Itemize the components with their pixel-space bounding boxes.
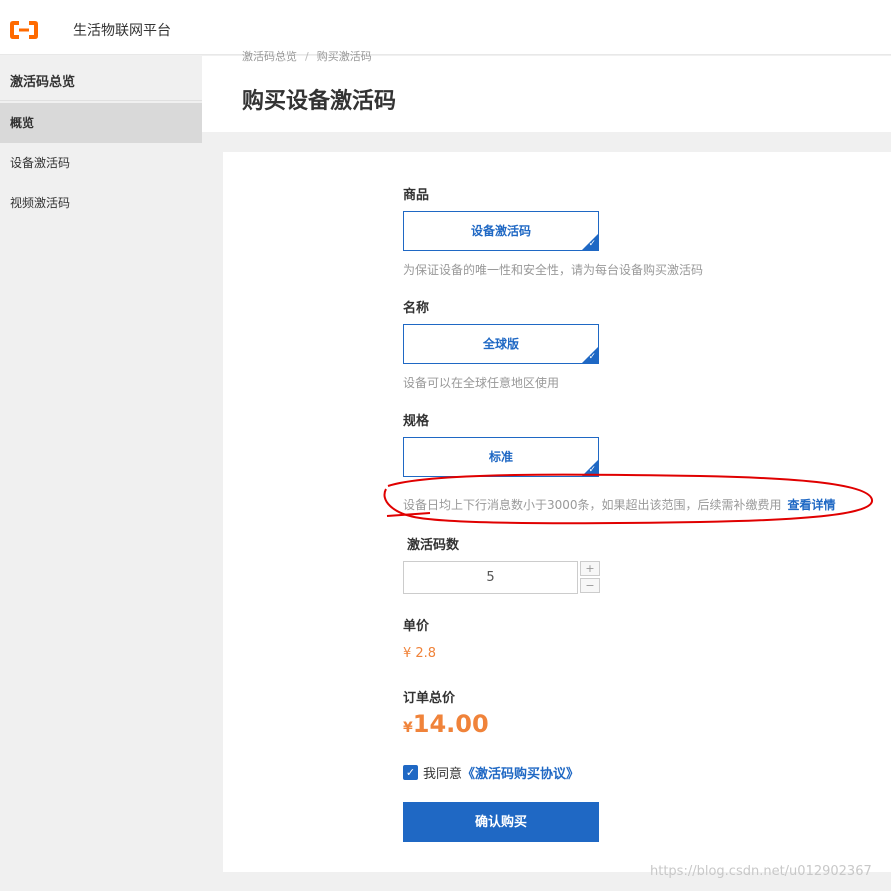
spec-label: 规格 bbox=[403, 414, 430, 429]
breadcrumb-separator: / bbox=[305, 50, 309, 62]
quantity-input[interactable] bbox=[403, 561, 578, 594]
view-details-link[interactable]: 查看详情 bbox=[788, 498, 836, 512]
agreement-checkbox[interactable]: ✓ bbox=[403, 765, 418, 780]
name-option-label: 全球版 bbox=[482, 337, 519, 351]
breadcrumb: 激活码总览 / 购买激活码 bbox=[242, 48, 372, 62]
check-icon: ✓ bbox=[588, 352, 596, 362]
watermark: https://blog.csdn.net/u012902367 bbox=[650, 864, 872, 879]
app-title: 生活物联网平台 bbox=[73, 23, 171, 39]
spec-hint: 设备日均上下行消息数小于3000条，如果超出该范围，后续需补缴费用 查看详情 bbox=[403, 496, 836, 513]
sidebar-heading: 激活码总览 bbox=[10, 75, 76, 90]
name-option[interactable]: 全球版 ✓ bbox=[403, 324, 599, 364]
product-hint: 为保证设备的唯一性和安全性，请为每台设备购买激活码 bbox=[403, 263, 704, 277]
page-title: 购买设备激活码 bbox=[242, 89, 397, 114]
sidebar-item-overview[interactable]: 概览 bbox=[0, 103, 202, 143]
aliyun-logo-icon[interactable] bbox=[9, 20, 39, 40]
sidebar-item-video-codes[interactable]: 视频激活码 bbox=[0, 183, 202, 223]
total-price-value: 14.00 bbox=[412, 710, 489, 738]
spec-option-label: 标准 bbox=[488, 450, 513, 464]
spec-hint-text: 设备日均上下行消息数小于3000条，如果超出该范围，后续需补缴费用 bbox=[403, 498, 782, 512]
total-label: 订单总价 bbox=[403, 691, 456, 706]
sidebar: 激活码总览 概览 设备激活码 视频激活码 bbox=[0, 56, 202, 891]
check-icon: ✓ bbox=[588, 465, 596, 475]
currency-symbol: ¥ bbox=[403, 720, 413, 736]
name-hint: 设备可以在全球任意地区使用 bbox=[403, 376, 560, 390]
confirm-purchase-button[interactable]: 确认购买 bbox=[403, 802, 599, 842]
check-icon: ✓ bbox=[588, 239, 596, 249]
sidebar-divider bbox=[0, 100, 202, 101]
unit-price-value: ¥ 2.8 bbox=[403, 646, 437, 661]
name-label: 名称 bbox=[403, 301, 430, 316]
product-option[interactable]: 设备激活码 ✓ bbox=[403, 211, 599, 251]
top-bar: 生活物联网平台 bbox=[0, 0, 891, 55]
quantity-increment-button[interactable]: + bbox=[580, 561, 600, 576]
agreement-row: ✓ 我同意 《激活码购买协议》 bbox=[403, 763, 579, 782]
agreement-prefix: 我同意 bbox=[423, 767, 463, 782]
product-option-label: 设备激活码 bbox=[470, 224, 531, 238]
quantity-label: 激活码数 bbox=[407, 538, 460, 553]
spec-option[interactable]: 标准 ✓ bbox=[403, 437, 599, 477]
total-price: ¥14.00 bbox=[403, 710, 489, 738]
sidebar-item-device-codes[interactable]: 设备激活码 bbox=[0, 143, 202, 183]
breadcrumb-item-current: 购买激活码 bbox=[316, 50, 372, 62]
quantity-decrement-button[interactable]: − bbox=[580, 578, 600, 593]
page-header: 激活码总览 / 购买激活码 购买设备激活码 bbox=[202, 50, 891, 132]
breadcrumb-item-overview[interactable]: 激活码总览 bbox=[242, 50, 297, 62]
product-label: 商品 bbox=[403, 188, 430, 203]
agreement-link[interactable]: 《激活码购买协议》 bbox=[462, 763, 579, 782]
unit-price-label: 单价 bbox=[403, 619, 430, 634]
